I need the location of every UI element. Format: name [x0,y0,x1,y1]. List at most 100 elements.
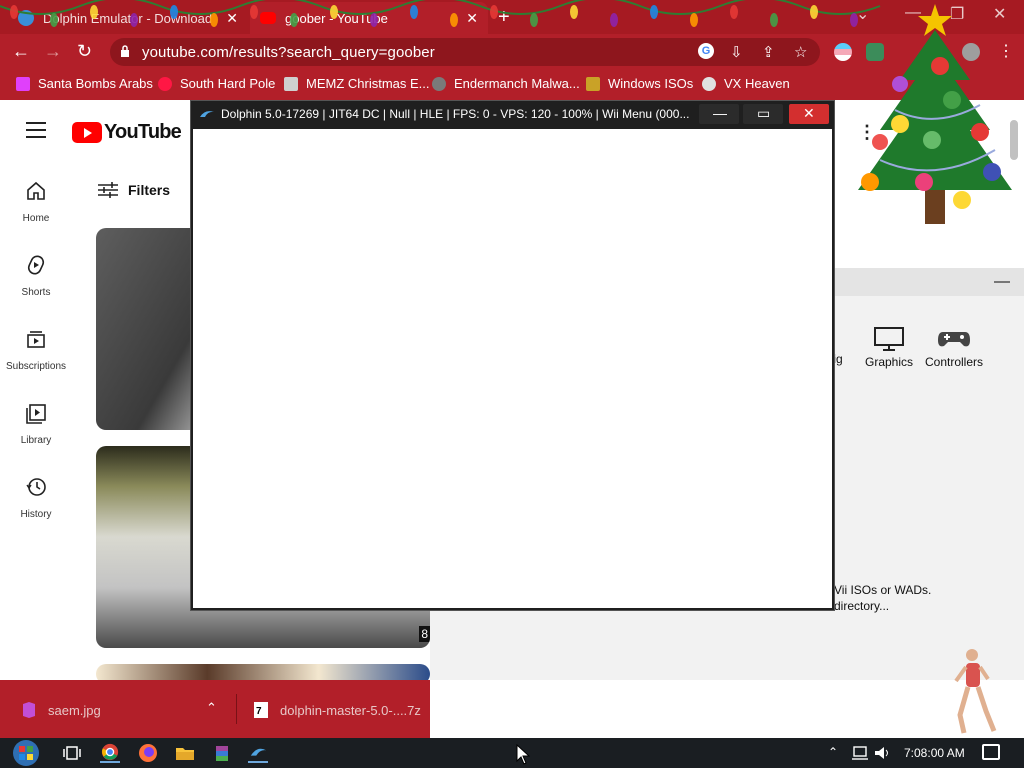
youtube-logo[interactable]: YouTube [72,121,182,144]
sidebar-item-label: Subscriptions [5,361,67,372]
bookmark-star-icon[interactable]: ☆ [794,43,807,61]
sidebar-item-shorts[interactable]: Shorts [0,254,72,298]
sidebar-item-label: Home [22,213,50,224]
tab-dolphin-download[interactable]: Dolphin Emulator - Download ✕ [8,2,248,34]
image-file-icon [23,702,35,718]
endermanch-bookmark-icon [432,76,446,91]
back-arrow-icon[interactable]: ← [12,41,30,62]
sidebar-item-label: History [20,509,52,520]
toolbar-label: Graphics [864,355,914,369]
winrar-icon[interactable] [212,743,232,763]
shorts-icon [27,255,45,275]
toolbar-label: Controllers [924,355,984,369]
dolphin-render-titlebar[interactable]: Dolphin 5.0-17269 | JIT64 DC | Null | HL… [191,101,834,129]
bookmark-vx-heaven[interactable]: VX Heaven [702,76,790,91]
sidebar-item-library[interactable]: Library [0,402,72,446]
dolphin-window-title: Dolphin 5.0-17269 | JIT64 DC | Null | HL… [221,107,690,121]
download-item-saem[interactable]: saem.jpg [22,702,101,718]
close-tab-icon[interactable]: ✕ [466,10,478,27]
download-filename: dolphin-master-5.0-....7z [280,702,421,718]
tab-title: Dolphin Emulator - Download [43,10,213,26]
tray-expand-chevron-icon[interactable]: ⌃ [828,745,838,759]
archive-file-icon: 7 [254,702,268,718]
bookmark-label: Windows ISOs [608,76,694,91]
hamburger-menu-icon[interactable] [26,122,46,138]
firefox-icon[interactable] [138,743,158,763]
dolphin-render-area[interactable] [193,129,832,608]
youtube-favicon-icon [260,12,276,24]
download-chevron-up-icon[interactable]: ⌃ [206,700,217,716]
minimize-icon[interactable] [994,281,1010,283]
volume-icon[interactable] [874,746,892,760]
taskbar-clock[interactable]: 7:08:00 AM [904,746,965,760]
address-url: youtube.com/results?search_query=goober [142,44,435,61]
vx-heaven-bookmark-icon [702,76,716,91]
toolbar-controllers-button[interactable]: Controllers [924,326,984,369]
bookmark-label: VX Heaven [724,76,790,91]
bookmark-south-hard-pole[interactable]: South Hard Pole [158,76,275,91]
graphics-icon [874,327,904,351]
filters-label: Filters [128,182,171,198]
minimize-icon: — [713,105,727,121]
svg-text:7: 7 [256,706,262,717]
bookmark-santa-bombs-arabs[interactable]: Santa Bombs Arabs [16,76,153,91]
christmas-tree-decoration [858,4,1012,224]
sidebar-item-subscriptions[interactable]: Subscriptions [0,328,72,372]
dolphin-maximize-button[interactable]: ▭ [743,104,783,124]
dolphin-close-button[interactable]: ✕ [789,104,829,124]
bookmark-label: Santa Bombs Arabs [38,76,153,91]
tab-title: goober - YouTube [285,10,388,26]
snowflake-bookmark-icon [158,76,172,91]
lock-icon [121,45,129,57]
desktop-screen: Dolphin Emulator - Download ✕ goober - Y… [0,0,1024,768]
sidebar-item-history[interactable]: History [0,476,72,520]
dolphin-minimize-button[interactable]: — [699,104,739,124]
close-icon: ✕ [803,105,815,121]
sidebar-item-label: Shorts [21,287,51,298]
google-lens-icon[interactable]: G [698,43,714,59]
download-filename: saem.jpg [48,702,101,718]
filter-sliders-icon [98,182,118,198]
bookmark-endermanch-malware[interactable]: Endermanch Malwa... [432,76,580,91]
maximize-icon: ▭ [757,105,771,121]
message-line: Vii ISOs or WADs. [834,583,932,597]
subscriptions-icon [27,331,45,348]
bookmark-label: South Hard Pole [180,76,276,91]
message-line: directory... [834,599,890,613]
dolphin-logo-icon [200,111,214,117]
tab-goober-youtube[interactable]: goober - YouTube ✕ [250,2,488,34]
windows-isos-bookmark-icon [586,76,600,91]
share-icon[interactable]: ⇪ [762,43,775,61]
filters-button[interactable]: Filters [98,182,170,198]
mouse-cursor-icon [516,744,530,765]
address-bar[interactable]: youtube.com/results?search_query=goober … [110,38,820,66]
history-icon [26,478,46,496]
download-item-dolphin-master[interactable]: 7 dolphin-master-5.0-....7z [254,702,421,718]
install-app-icon[interactable]: ⇩ [730,43,743,61]
game-list-empty-message: Vii ISOs or WADs. directory... [834,582,931,614]
start-orb-icon[interactable] [10,739,42,767]
bookmark-windows-isos[interactable]: Windows ISOs [586,76,693,91]
network-icon[interactable] [850,746,868,760]
action-center-icon[interactable] [982,744,1000,760]
sidebar-item-home[interactable]: Home [0,180,72,224]
video-duration-badge: 8 [419,626,430,642]
task-view-icon[interactable] [62,743,82,763]
download-divider [236,694,237,724]
bookmark-memz-christmas[interactable]: MEMZ Christmas E... [284,76,430,91]
forward-arrow-icon[interactable]: → [44,41,62,62]
windows-taskbar: ⌃ 7:08:00 AM [0,738,1024,768]
downloads-bar: saem.jpg ⌃ 7 dolphin-master-5.0-....7z [0,680,430,738]
new-tab-button[interactable]: + [498,6,510,29]
dancing-figure-decoration [954,649,997,734]
close-tab-icon[interactable]: ✕ [226,10,238,27]
dolphin-favicon-icon [18,10,34,26]
youtube-play-icon [72,122,102,143]
reload-icon[interactable]: ↻ [77,41,92,62]
controllers-icon [938,332,970,347]
dolphin-render-window[interactable]: Dolphin 5.0-17269 | JIT64 DC | Null | HL… [190,100,835,611]
file-explorer-icon[interactable] [175,743,195,763]
toolbar-graphics-button[interactable]: Graphics [864,326,914,369]
chrome-icon[interactable] [100,743,120,763]
dolphin-icon[interactable] [248,743,268,763]
